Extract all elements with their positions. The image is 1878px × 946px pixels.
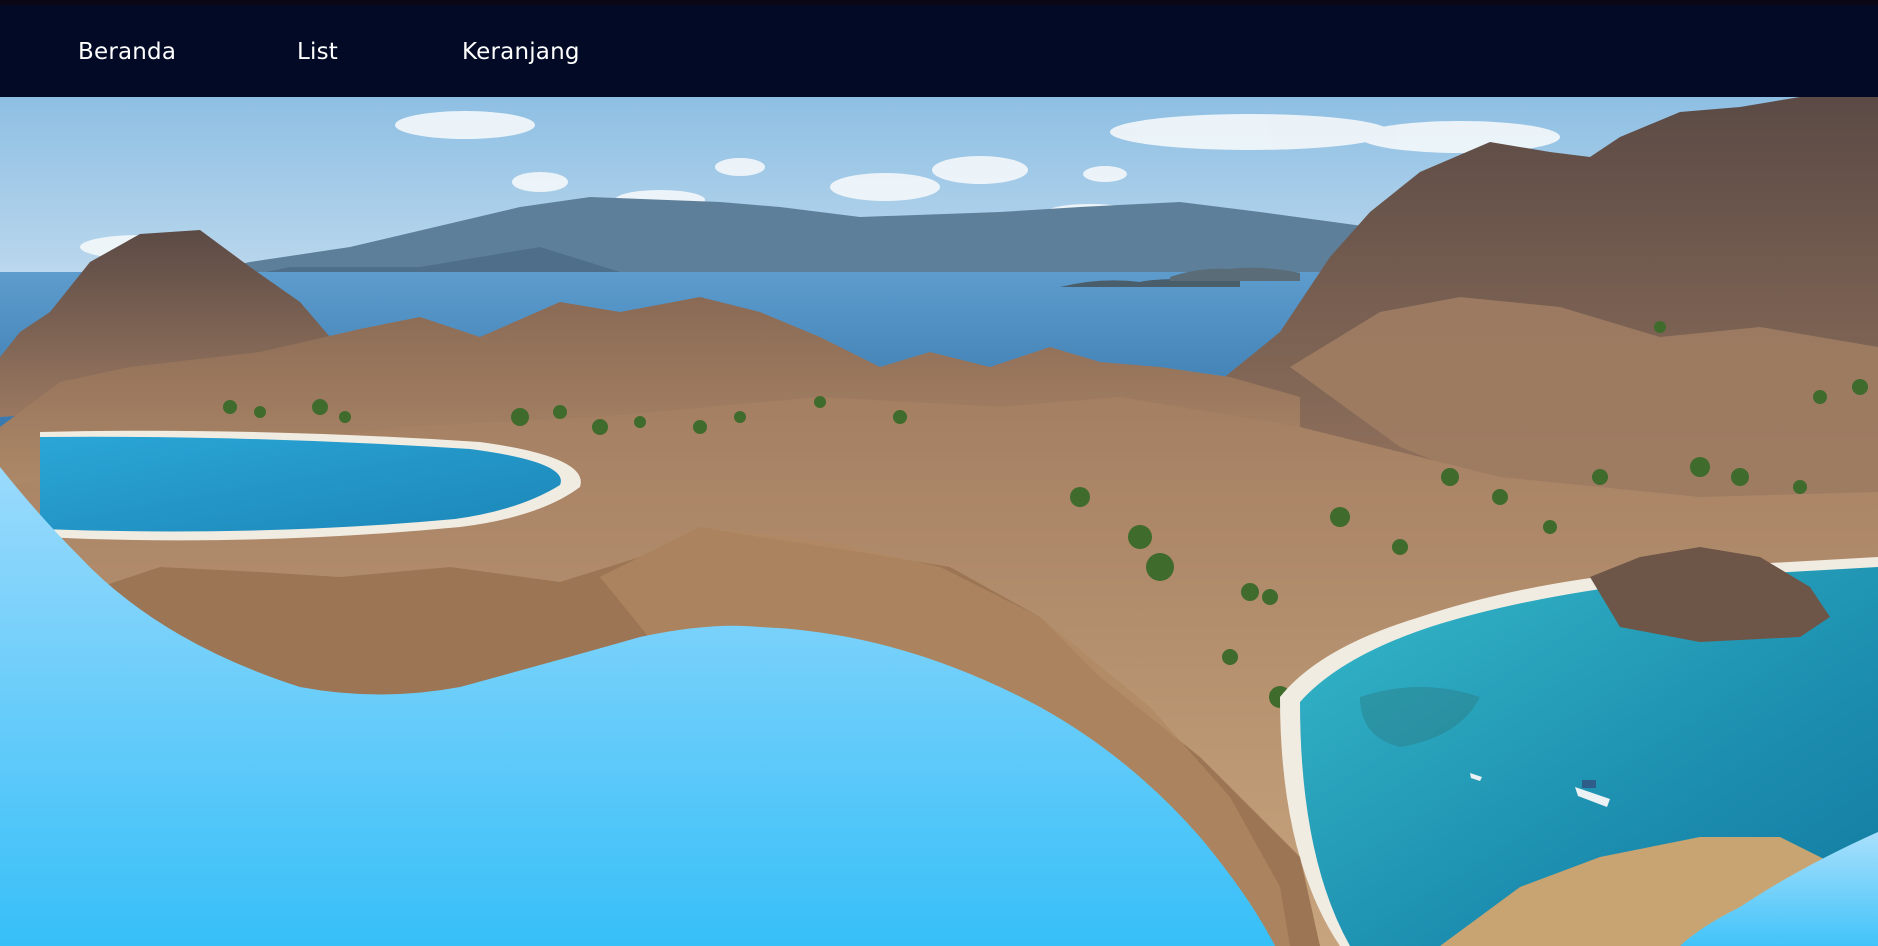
page: Beranda List Keranjang [0,0,1878,946]
nav-link-keranjang[interactable]: Keranjang [462,37,580,67]
nav-link-list[interactable]: List [297,37,338,67]
hero-section [0,97,1878,946]
hero-illustration [0,97,1878,946]
top-navbar: Beranda List Keranjang [0,0,1878,97]
nav-link-beranda[interactable]: Beranda [78,37,176,67]
